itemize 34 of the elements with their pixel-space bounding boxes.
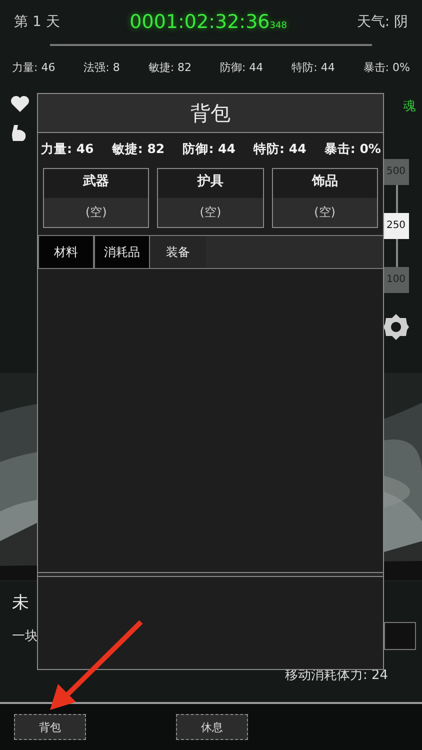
stat-label: 敏捷: 82 — [112, 141, 165, 158]
stat-label: 特防: 44 — [254, 141, 306, 158]
game-timer: 0001:02:32:36 348 — [130, 10, 287, 33]
stat-label: 敏捷: 82 — [148, 60, 192, 75]
equipment-slot[interactable]: 饰品 (空) — [272, 168, 378, 228]
slot-value: (空) — [158, 198, 263, 227]
equipment-slot[interactable]: 护具 (空) — [157, 168, 264, 228]
action-button[interactable]: 休息 — [176, 714, 248, 740]
input-field[interactable] — [384, 622, 416, 650]
stat-label: 防御: 44 — [182, 141, 236, 158]
location-name: 未 — [12, 592, 30, 614]
zoom-button[interactable]: 250 — [383, 212, 409, 239]
stat-label: 力量: 46 — [12, 60, 56, 75]
weather-label: 天气: 阴 — [356, 12, 408, 31]
stat-label: 暴击: 0% — [324, 141, 381, 158]
day-counter: 第 1 天 — [14, 12, 60, 31]
location-description: 一块 — [12, 628, 38, 646]
settings-icon[interactable] — [383, 312, 409, 341]
equipment-slot[interactable]: 武器 (空) — [43, 168, 150, 228]
panel-title: 背包 — [38, 94, 383, 133]
tab[interactable]: 消耗品 — [94, 236, 150, 268]
stat-label: 暴击: 0% — [363, 60, 410, 75]
flexed-arm-icon — [10, 122, 28, 143]
stat-label: 防御: 44 — [220, 60, 264, 75]
slot-value: (空) — [272, 198, 377, 227]
soul-label: 魂 — [403, 98, 416, 115]
slot-value: (空) — [44, 198, 148, 227]
stat-label: 法强: 8 — [84, 60, 120, 75]
stat-label: 力量: 46 — [41, 141, 94, 158]
stat-label: 特防: 44 — [292, 60, 335, 75]
action-button[interactable]: 背包 — [14, 714, 86, 740]
heart-icon — [10, 94, 30, 113]
tab[interactable]: 材料 — [38, 236, 94, 268]
tab[interactable]: 装备 — [150, 236, 206, 268]
